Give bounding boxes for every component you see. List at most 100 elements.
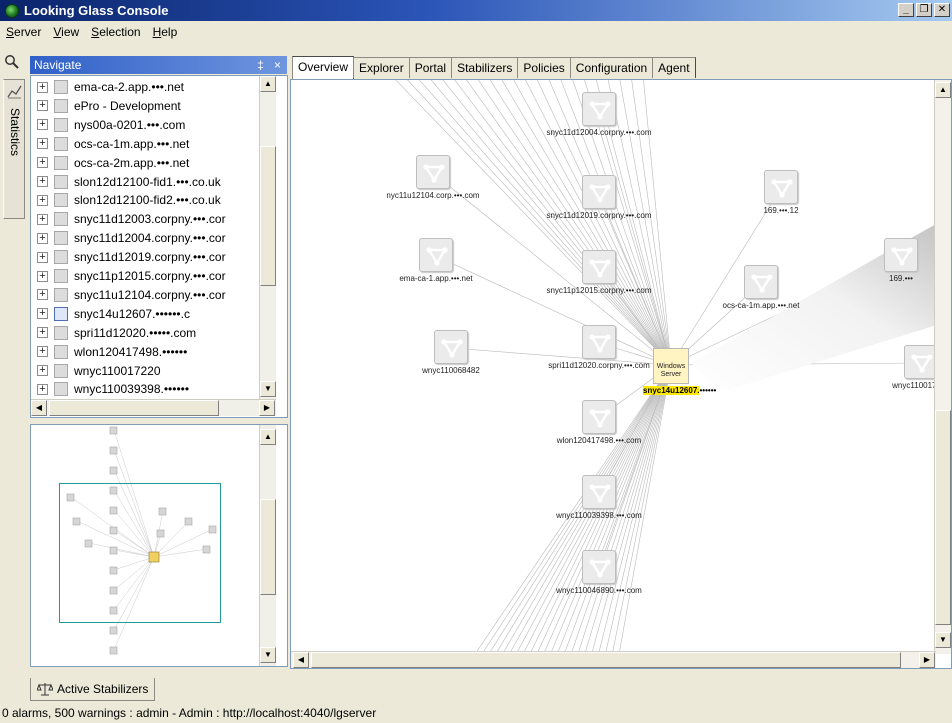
statistics-side-tab[interactable]: Statistics [3, 79, 25, 219]
navigate-title: Navigate [34, 58, 82, 72]
graph-scroll-up-button[interactable]: ▲ [935, 82, 951, 98]
tab-portal[interactable]: Portal [408, 57, 453, 78]
graph-node-label: snyc11p12015.corpny.•••.com [546, 286, 652, 295]
graph-node[interactable]: wnyc110046890.•••.com [509, 550, 689, 610]
minimap-scroll-up-button[interactable]: ▲ [260, 429, 276, 445]
pin-icon[interactable]: ‡ [257, 58, 264, 72]
menu-selection[interactable]: Selection [85, 25, 146, 39]
tree-item[interactable]: + wlon120417498.•••••• [31, 343, 271, 361]
expand-plus-icon[interactable]: + [37, 176, 48, 187]
graph-node[interactable]: 169.••• [811, 238, 951, 298]
panel-close-icon[interactable]: × [274, 58, 281, 72]
menu-view[interactable]: View [47, 25, 85, 39]
maximize-button[interactable]: ❐ [916, 3, 932, 17]
stabilizer-node-icon [416, 155, 450, 189]
tab-stabilizers[interactable]: Stabilizers [451, 57, 519, 78]
scroll-thumb[interactable] [260, 146, 276, 286]
expand-plus-icon[interactable]: + [37, 138, 48, 150]
tree-item[interactable]: + slon12d12100-fid2.•••.co.uk [31, 191, 271, 209]
expand-plus-icon[interactable]: + [37, 213, 48, 225]
minimize-button[interactable]: _ [898, 3, 914, 17]
h-scroll-thumb[interactable] [49, 400, 219, 416]
expand-plus-icon[interactable]: + [37, 232, 48, 244]
overview-minimap[interactable]: ▲ ▼ [30, 424, 288, 667]
expand-plus-icon[interactable]: + [37, 100, 48, 112]
graph-node[interactable]: snyc11d12004.corpny.•••.com [509, 92, 689, 152]
tree-horizontal-scrollbar[interactable]: ◀ ▶ [31, 399, 276, 416]
graph-horizontal-scrollbar[interactable]: ◀ ▶ [291, 651, 936, 668]
expand-plus-icon[interactable]: + [37, 157, 48, 169]
expand-plus-icon[interactable]: + [37, 270, 48, 282]
tree-item[interactable]: + nys00a-0201.•••.com [31, 116, 271, 134]
graph-node[interactable]: wnyc110039398.•••.com [509, 475, 689, 535]
tree-item[interactable]: + spri11d12020.•••••.com [31, 324, 271, 342]
tree-item[interactable]: + snyc14u12607.••••••.c [31, 305, 271, 323]
scroll-left-button[interactable]: ◀ [31, 400, 47, 416]
expand-plus-icon[interactable]: + [37, 119, 48, 131]
menu-server[interactable]: Server [0, 25, 47, 39]
scroll-right-button[interactable]: ▶ [259, 400, 275, 416]
tree-vertical-scrollbar[interactable]: ▲ ▼ [259, 76, 276, 399]
tree-item[interactable]: + slon12d12100-fid1.•••.co.uk [31, 173, 271, 191]
tree-item[interactable]: + snyc11u12104.corpny.•••.cor [31, 286, 271, 304]
tree-item[interactable]: + ocs-ca-2m.app.•••.net [31, 154, 271, 172]
graph-node[interactable]: wlon120417498.•••.com [509, 400, 689, 460]
server-node-icon [54, 287, 68, 302]
graph-scroll-right-button[interactable]: ▶ [919, 652, 935, 668]
expand-plus-icon[interactable]: + [37, 308, 48, 320]
expand-plus-icon[interactable]: + [37, 289, 48, 301]
close-button[interactable]: ✕ [934, 3, 950, 17]
expand-plus-icon[interactable]: + [37, 81, 48, 93]
magnifier-icon[interactable] [4, 54, 20, 70]
tree-item[interactable]: + snyc11d12004.corpny.•••.cor [31, 229, 271, 247]
graph-h-thumb[interactable] [311, 652, 901, 668]
tab-overview[interactable]: Overview [292, 56, 355, 79]
menu-help[interactable]: Help [147, 25, 184, 39]
tree-item[interactable]: + wnyc110039398.•••••• [31, 380, 271, 398]
tab-policies[interactable]: Policies [517, 57, 571, 78]
tab-explorer[interactable]: Explorer [353, 57, 410, 78]
tab-configuration[interactable]: Configuration [569, 57, 654, 78]
expand-plus-icon[interactable]: + [37, 346, 48, 358]
graph-node[interactable]: snyc11d12019.corpny.•••.com [509, 175, 689, 235]
tree-item[interactable]: + snyc11d12019.corpny.•••.cor [31, 248, 271, 266]
expand-plus-icon[interactable]: + [37, 251, 48, 263]
stabilizer-node-icon [582, 250, 616, 284]
graph-node[interactable]: snyc11p12015.corpny.•••.com [509, 250, 689, 310]
expand-plus-icon[interactable]: + [37, 365, 48, 376]
stabilizer-node-icon [744, 265, 778, 299]
status-bar: 0 alarms, 500 warnings : admin - Admin :… [2, 706, 377, 720]
graph-node-label: 169.•••.12 [763, 206, 799, 215]
tree-item-label: wlon120417498.•••••• [74, 344, 188, 359]
graph-v-thumb[interactable] [935, 410, 951, 625]
minimap-viewport[interactable] [59, 483, 221, 623]
server-node-icon [54, 363, 68, 378]
expand-plus-icon[interactable]: + [37, 194, 48, 206]
tree-item[interactable]: + ePro - Development [31, 97, 271, 115]
graph-node[interactable]: ema-ca-1.app.•••.net [346, 238, 526, 298]
graph-scroll-left-button[interactable]: ◀ [293, 652, 309, 668]
menu-bar: Server View Selection Help [0, 22, 183, 41]
topology-graph-panel[interactable]: snyc11d12004.corpny.•••.com nyc11u12104.c… [290, 79, 952, 669]
minimap-vertical-scrollbar[interactable]: ▲ ▼ [259, 425, 276, 666]
window-controls: _ ❐ ✕ [898, 3, 950, 17]
minimap-scroll-thumb[interactable] [260, 499, 276, 595]
minimap-scroll-down-button[interactable]: ▼ [260, 647, 276, 663]
center-server-node[interactable]: Windows Server snyc14u12607.•••••• [643, 348, 716, 408]
tree-item[interactable]: + snyc11p12015.corpny.•••.cor [31, 267, 271, 285]
tree-item[interactable]: + ocs-ca-1m.app.•••.net [31, 135, 271, 153]
expand-plus-icon[interactable]: + [37, 327, 48, 339]
scroll-up-button[interactable]: ▲ [260, 76, 276, 92]
tree-item[interactable]: + snyc11d12003.corpny.•••.cor [31, 210, 271, 228]
graph-vertical-scrollbar[interactable]: ▲ ▼ [934, 80, 951, 654]
tree-item[interactable]: + ema-ca-2.app.•••.net [31, 78, 271, 96]
server-node-icon [54, 344, 68, 359]
expand-plus-icon[interactable]: + [37, 383, 48, 395]
tree-item[interactable]: + wnyc110017220 [31, 362, 271, 380]
tab-agent[interactable]: Agent [652, 57, 696, 78]
graph-node[interactable]: 169.•••.12 [691, 170, 871, 230]
graph-node[interactable]: nyc11u12104.corp.•••.com [343, 155, 523, 215]
graph-scroll-down-button[interactable]: ▼ [935, 632, 951, 648]
scroll-down-button[interactable]: ▼ [260, 381, 276, 397]
active-stabilizers-tab[interactable]: Active Stabilizers [30, 678, 156, 701]
